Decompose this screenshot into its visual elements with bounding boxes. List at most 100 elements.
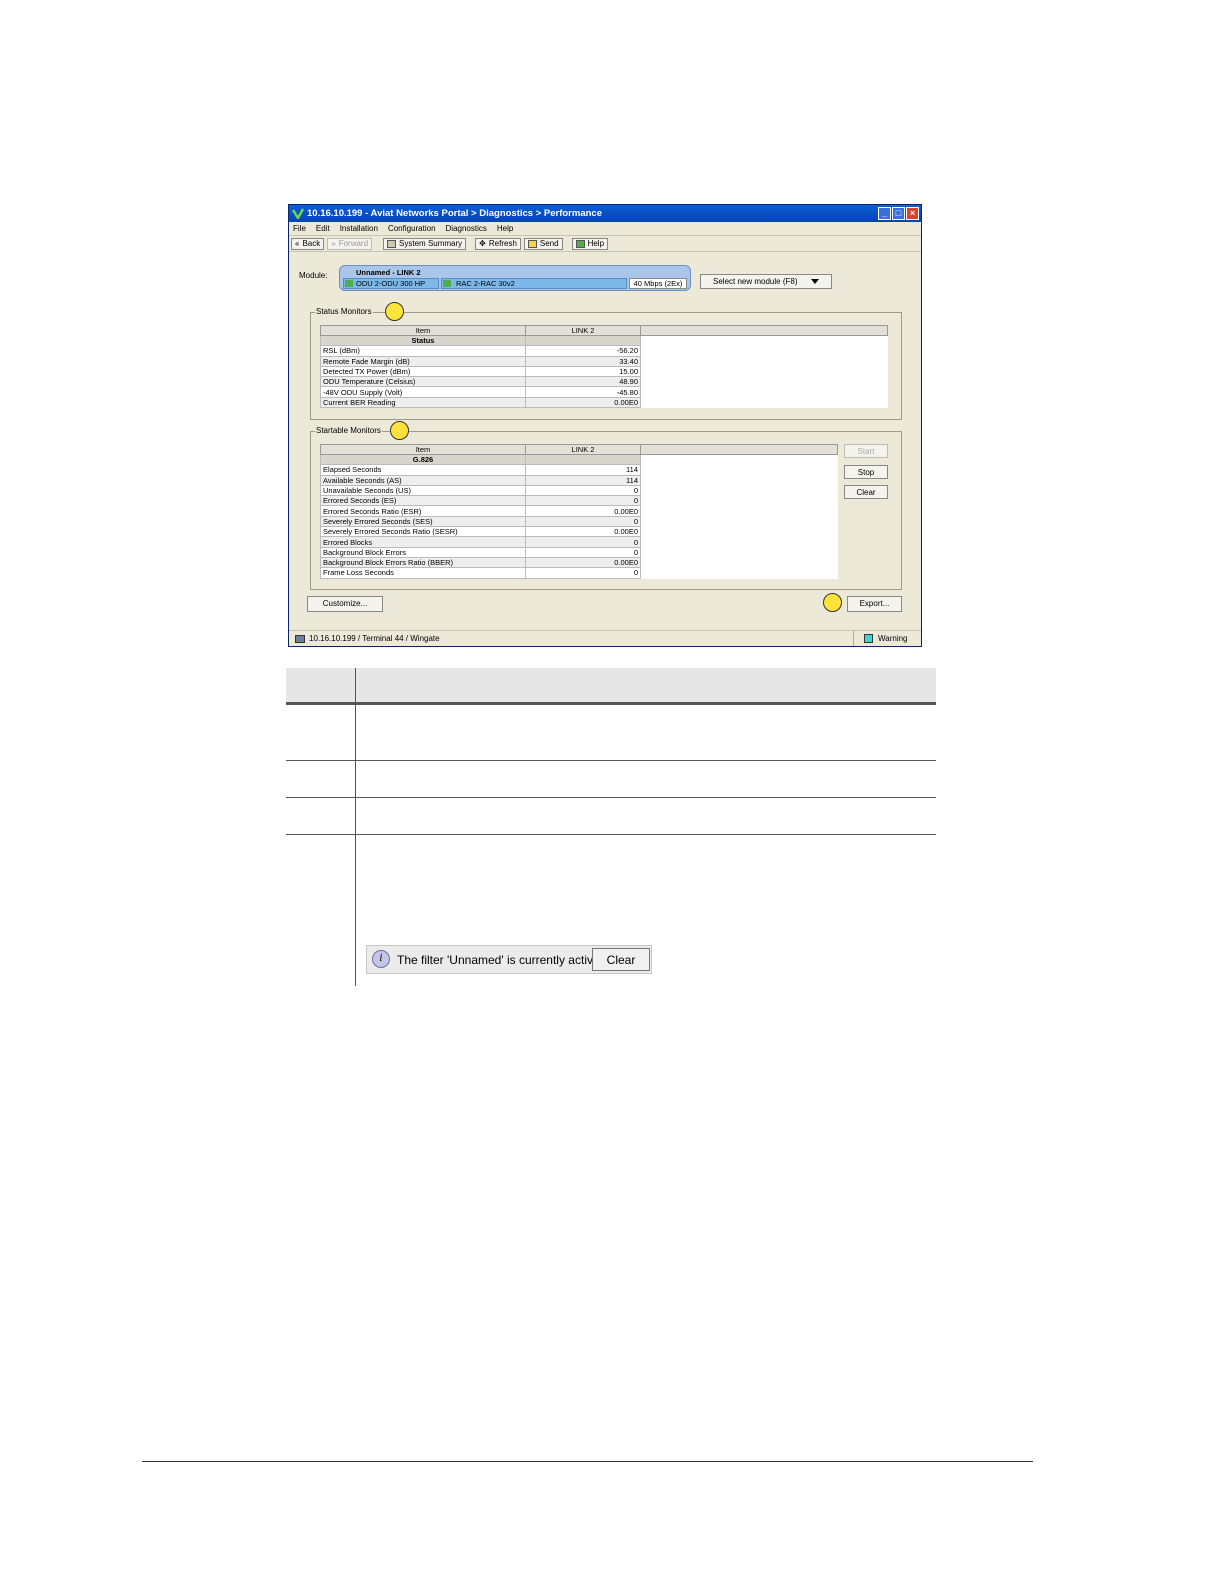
table-row[interactable]: Unavailable Seconds (US) 0 <box>320 484 838 497</box>
table-row[interactable]: Detected TX Power (dBm) 15.00 <box>320 365 888 378</box>
window-title: 10.16.10.199 - Aviat Networks Portal > D… <box>307 208 602 219</box>
menu-file[interactable]: File <box>293 222 306 235</box>
table-row <box>286 761 936 798</box>
row-blank <box>640 505 838 517</box>
system-summary-button[interactable]: System Summary <box>383 237 467 250</box>
column-header-item[interactable]: Item <box>320 325 526 336</box>
row-value: -45.80 <box>525 386 641 398</box>
callout-marker <box>823 593 842 612</box>
row-blank <box>640 464 838 476</box>
table-row[interactable]: Background Block Errors Ratio (BBER) 0.00… <box>320 556 838 569</box>
export-button[interactable]: Export... <box>847 596 902 612</box>
row-value: 0 <box>525 546 641 558</box>
table-row[interactable]: Severely Errored Seconds (SES) 0 <box>320 515 838 528</box>
row-item-label: -48V ODU Supply (Volt) <box>320 386 526 398</box>
table-row[interactable]: Frame Loss Seconds 0 <box>320 567 838 579</box>
row-item-label: RSL (dBm) <box>320 345 526 357</box>
table-row[interactable]: Remote Fade Margin (dB) 33.40 <box>320 355 888 367</box>
menu-edit[interactable]: Edit <box>316 222 330 235</box>
send-button[interactable]: Send <box>523 237 563 250</box>
table-row[interactable]: -48V ODU Supply (Volt) -45.80 <box>320 386 888 398</box>
refresh-button[interactable]: ✥ Refresh <box>475 237 521 250</box>
row-blank <box>640 526 838 537</box>
menu-diagnostics[interactable]: Diagnostics <box>446 222 487 235</box>
row-item-label: Current BER Reading <box>320 396 526 409</box>
minimize-button[interactable]: _ <box>878 207 891 220</box>
close-button[interactable]: × <box>906 207 919 220</box>
menu-configuration[interactable]: Configuration <box>388 222 436 235</box>
row-blank <box>640 567 838 579</box>
warning-indicator[interactable]: Warning <box>853 631 921 646</box>
section-blank <box>640 335 888 346</box>
start-button[interactable]: Start <box>844 444 888 458</box>
callout-marker <box>385 302 404 321</box>
table-row[interactable]: Errored Seconds Ratio (ESR) 0.00E0 <box>320 505 838 517</box>
section-spacer <box>525 453 641 466</box>
maximize-button[interactable]: □ <box>892 207 905 220</box>
row-value: 0 <box>525 515 641 528</box>
table-row[interactable]: Errored Seconds (ES) 0 <box>320 495 838 507</box>
table-row[interactable]: RSL (dBm) -56.20 <box>320 345 888 357</box>
column-header-item[interactable]: Item <box>320 444 526 455</box>
toolbar: « Back » Forward System Summary ✥ Refres… <box>289 235 921 252</box>
refresh-icon: ✥ <box>479 239 486 248</box>
row-blank <box>640 475 838 486</box>
customize-button[interactable]: Customize... <box>307 596 383 612</box>
info-icon: i <box>372 950 390 968</box>
table-row[interactable]: ODU Temperature (Celsius) 48.90 <box>320 376 888 388</box>
back-label: Back <box>302 239 321 248</box>
startable-monitors-title: Startable Monitors <box>315 426 382 435</box>
row-blank <box>640 345 888 357</box>
stop-button[interactable]: Stop <box>844 465 888 479</box>
row-blank <box>640 516 838 527</box>
odu-status-icon <box>345 280 353 287</box>
table-row[interactable]: Available Seconds (AS) 114 <box>320 474 838 486</box>
menu-installation[interactable]: Installation <box>340 222 378 235</box>
table-row[interactable]: Errored Blocks 0 <box>320 536 838 548</box>
back-button[interactable]: « Back <box>291 237 325 250</box>
forward-arrow-icon: » <box>331 239 336 248</box>
help-label: Help <box>587 239 605 248</box>
row-value: 0 <box>525 536 641 548</box>
footer-rule <box>142 1461 1033 1462</box>
clear-filter-button[interactable]: Clear <box>592 948 650 971</box>
row-blank <box>640 485 838 496</box>
column-header-empty <box>640 325 888 336</box>
column-header-link[interactable]: LINK 2 <box>525 325 641 336</box>
table-row[interactable]: Current BER Reading 0.00E0 <box>320 396 888 409</box>
refresh-label: Refresh <box>488 239 517 248</box>
menu-bar: File Edit Installation Configuration Dia… <box>289 222 921 235</box>
module-label: Module: <box>299 271 328 280</box>
back-arrow-icon: « <box>295 239 300 248</box>
odu-indicator[interactable]: ODU 2-ODU 300 HP <box>343 278 439 289</box>
app-logo-icon <box>291 208 305 221</box>
table-row[interactable]: Background Block Errors 0 <box>320 546 838 558</box>
forward-label: Forward <box>338 239 369 248</box>
forward-button[interactable]: » Forward <box>327 237 373 250</box>
module-card[interactable]: Unnamed - LINK 2 ODU 2-ODU 300 HP RAC 2-… <box>339 265 691 291</box>
select-module-dropdown[interactable]: Select new module (F8) <box>700 274 832 289</box>
clear-button[interactable]: Clear <box>844 485 888 499</box>
help-button[interactable]: Help <box>571 237 609 250</box>
table-header-row <box>286 668 936 705</box>
filter-status-text: The filter 'Unnamed' is currently active <box>397 953 600 967</box>
menu-help[interactable]: Help <box>497 222 513 235</box>
column-header-empty <box>640 444 838 455</box>
section-spacer <box>525 334 641 347</box>
row-blank <box>640 547 838 558</box>
row-blank <box>640 536 838 548</box>
row-item-label: Severely Errored Seconds (SES) <box>320 515 526 528</box>
odu-label: ODU 2-ODU 300 HP <box>356 279 426 288</box>
summary-icon <box>387 239 397 248</box>
callout-marker <box>390 421 409 440</box>
row-value: 0.00E0 <box>525 505 641 517</box>
rac-indicator[interactable]: RAC 2-RAC 30v2 <box>441 278 627 289</box>
column-header-link[interactable]: LINK 2 <box>525 444 641 455</box>
row-item-label: Frame Loss Seconds <box>320 567 526 579</box>
row-item-label: Background Block Errors <box>320 546 526 558</box>
filter-status-bar: i The filter 'Unnamed' is currently acti… <box>366 945 652 974</box>
section-blank <box>640 454 838 465</box>
table-row[interactable]: Severely Errored Seconds Ratio (SESR) 0.0… <box>320 526 838 538</box>
table-row[interactable]: Elapsed Seconds 114 <box>320 464 838 476</box>
row-item-label: Elapsed Seconds <box>320 464 526 476</box>
